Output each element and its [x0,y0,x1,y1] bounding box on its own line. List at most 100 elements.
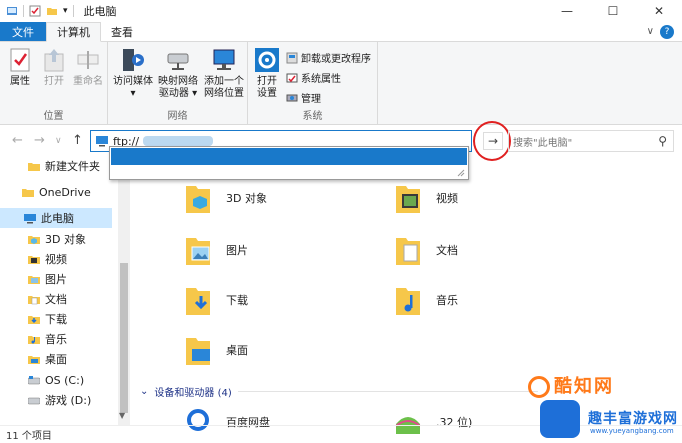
tab-view[interactable]: 查看 [101,22,143,41]
nav-item-drive-d[interactable]: 游戏 (D:) [28,390,91,410]
watermark-url: www.yueyangbang.com [590,427,674,435]
documents-folder-icon [396,238,420,265]
chevron-down-icon[interactable]: ⌄ [140,386,148,397]
devices-section-header[interactable]: ⌄ 设备和驱动器 (4) [140,384,538,399]
scrollbar-thumb[interactable] [120,263,128,413]
rename-icon [77,51,99,69]
nav-item-label: 3D 对象 [45,233,86,246]
folder-tile-music[interactable]: 音乐 [394,282,458,318]
ribbon-group-label: 位置 [43,111,64,122]
autocomplete-suggestion[interactable] [111,148,467,165]
pc-icon [24,213,36,223]
folder-tile-videos[interactable]: 视频 [394,180,458,216]
search-input[interactable]: 搜索"此电脑" ⚲ [508,130,674,152]
add-network-location-label: 添加一个 [204,76,244,87]
redacted-address [143,136,214,146]
drive-icon [28,375,40,384]
search-icon: ⚲ [658,134,667,148]
nav-item-downloads[interactable]: 下载 [28,309,67,329]
tab-file[interactable]: 文件 [0,22,46,41]
watermark-text: 酷知网 [554,376,614,397]
folder-tile-desktop[interactable]: 桌面 [184,332,248,368]
uninstall-program-label: 卸载或更改程序 [301,54,371,65]
resize-grip-icon[interactable] [457,169,465,177]
folder-label: 下载 [226,294,248,307]
scroll-down-arrow-icon[interactable]: ▼ [119,411,125,420]
recent-locations-button[interactable]: ∨ [55,136,62,146]
network-drive-icon [167,53,189,70]
open-icon [44,49,64,72]
nav-item-label: 图片 [45,273,67,286]
nav-item-label: 视频 [45,253,67,266]
folder-tile-downloads[interactable]: 下载 [184,282,248,318]
tab-computer[interactable]: 计算机 [46,22,101,42]
minimize-button[interactable]: — [544,0,590,22]
nav-item-music[interactable]: 音乐 [28,329,67,349]
nav-item-onedrive[interactable]: OneDrive [22,182,91,202]
uninstall-program-button[interactable]: 卸载或更改程序 [286,50,371,65]
desktop-icon [28,355,40,364]
music-folder-icon [396,288,420,315]
downloads-folder-icon [186,288,210,315]
3d-objects-folder-icon [186,186,210,213]
open-button[interactable]: 打开 [40,46,68,88]
help-icon[interactable]: ? [660,25,674,39]
cloud-icon [22,188,34,197]
folder-tile-pictures[interactable]: 图片 [184,232,248,268]
close-button[interactable]: ✕ [636,0,682,22]
maximize-button[interactable]: ☐ [590,0,636,22]
nav-pane-scrollbar[interactable]: ▲ ▼ [118,153,130,425]
customize-quick-access-icon[interactable]: ▾ [63,6,68,16]
video-icon [28,255,40,264]
toolbar-separator [72,5,74,17]
new-folder-quick-icon[interactable] [46,5,58,17]
access-media-button[interactable]: 访问媒体 ▾ [112,46,154,100]
system-properties-button[interactable]: 系统属性 [286,70,341,85]
nav-item-documents[interactable]: 文档 [28,289,67,309]
nav-item-3d-objects[interactable]: 3D 对象 [28,229,86,249]
folder-label: 音乐 [436,294,458,307]
watermark-text-2: 趣丰富游戏网 [588,411,678,427]
rename-label: 重命名 [73,76,103,87]
settings-gear-icon [255,48,279,72]
navigation-pane: 新建文件夹 OneDrive 此电脑 3D 对象 视频 图片 文档 下载 音乐 … [0,153,118,425]
add-network-location-button[interactable]: 添加一个 网络位置 [202,46,246,100]
devices-header-label: 设备和驱动器 (4) [154,388,232,399]
manage-label: 管理 [301,94,321,105]
properties-label: 属性 [10,76,30,87]
search-placeholder: 搜索"此电脑" [513,137,573,149]
rename-button[interactable]: 重命名 [72,46,104,88]
ribbon-group-label: 系统 [302,111,323,122]
collapse-ribbon-icon[interactable]: ∨ [647,26,654,37]
nav-item-drive-c[interactable]: OS (C:) [28,370,84,390]
window-icon [7,7,17,15]
nav-item-pictures[interactable]: 图片 [28,269,67,289]
folder-tile-3d-objects[interactable]: 3D 对象 [184,180,267,216]
window-controls: — ☐ ✕ [544,0,682,22]
folder-label: 视频 [436,192,458,205]
nav-item-videos[interactable]: 视频 [28,249,67,269]
download-icon [28,315,40,324]
properties-quick-icon[interactable] [29,5,41,17]
folder-tile-documents[interactable]: 文档 [394,232,458,268]
map-network-drive-button[interactable]: 映射网络 驱动器 ▾ [156,46,200,100]
picture-icon [28,275,40,284]
nav-item-this-pc[interactable]: 此电脑 [0,208,112,228]
watermark-wifi-icon [540,400,580,438]
manage-button[interactable]: 管理 [286,90,321,105]
explorer-window: ▾ 此电脑 — ☐ ✕ 文件 计算机 查看 ∨ ? 属性 打开 重命名 位置 访… [0,0,682,443]
up-button[interactable]: ↑ [72,133,83,148]
properties-button[interactable]: 属性 [6,46,34,88]
nav-item-desktop[interactable]: 桌面 [28,349,67,369]
open-settings-label: 打开 [257,76,277,87]
ribbon-group-location: 属性 打开 重命名 位置 [0,42,108,125]
system-properties-icon [286,73,298,82]
music-icon [28,335,40,344]
back-button[interactable]: ← [12,133,23,148]
open-settings-button[interactable]: 打开 设置 [254,46,280,100]
forward-button[interactable]: → [34,133,45,148]
map-network-drive-sub: 驱动器 ▾ [158,88,198,99]
nav-item-new-folder[interactable]: 新建文件夹 [28,156,100,176]
folder-label: 文档 [436,244,458,257]
ribbon-tabs: 文件 计算机 查看 ∨ ? [0,22,682,42]
